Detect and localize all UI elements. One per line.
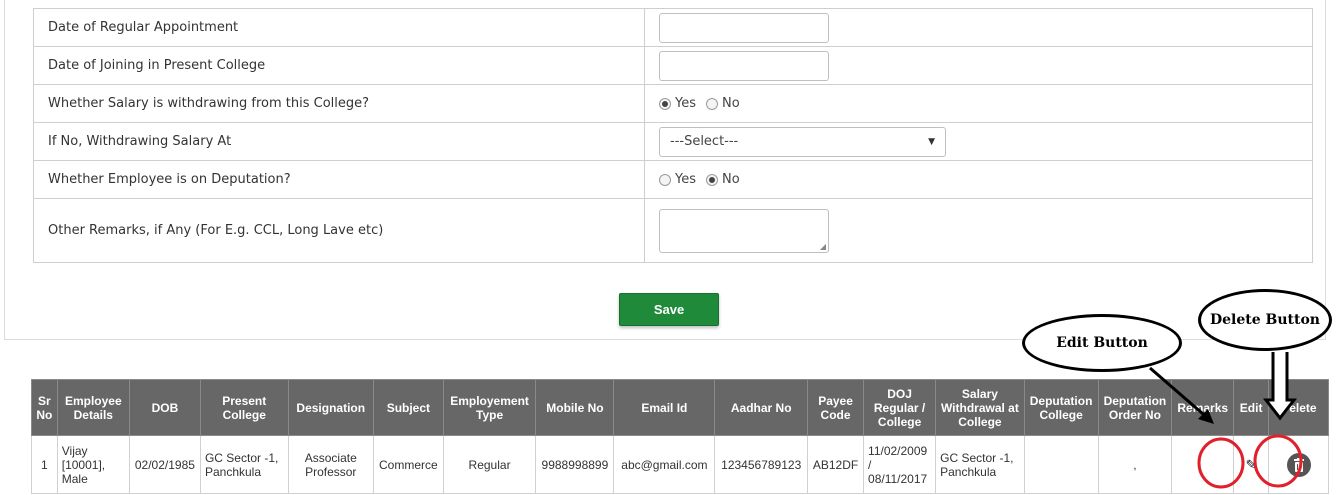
- cell-edit: ✎: [1233, 435, 1270, 494]
- form-row: Date of Regular Appointment: [33, 8, 1313, 47]
- trash-icon[interactable]: [1286, 452, 1311, 477]
- save-button[interactable]: Save: [619, 293, 719, 326]
- cell-email: abc@gmail.com: [613, 435, 716, 494]
- form-row: Whether Employee is on Deputation? Yes N…: [33, 160, 1313, 199]
- salary-no-radio[interactable]: [706, 97, 718, 110]
- callout-text: Delete Button: [1210, 312, 1320, 328]
- callout-text: Edit Button: [1056, 335, 1148, 351]
- deputation-radio-group: Yes No: [659, 172, 1298, 187]
- col-header-edit: Edit: [1233, 379, 1270, 436]
- joining-date-input[interactable]: [659, 50, 829, 81]
- table-row: 1 Vijay [10001], Male 02/02/1985 GC Sect…: [31, 435, 1329, 494]
- deputation-no-radio[interactable]: [706, 173, 718, 186]
- cell-doj: 11/02/2009 / 08/11/2017: [863, 435, 937, 494]
- edit-button-callout: Edit Button: [1022, 314, 1182, 372]
- col-header-employment-type: Employement Type: [442, 379, 537, 436]
- form-row: Other Remarks, if Any (For E.g. CCL, Lon…: [33, 198, 1313, 263]
- pencil-icon[interactable]: ✎: [1246, 457, 1257, 472]
- remarks-textarea[interactable]: ◢: [659, 208, 829, 253]
- col-header-salary: Salary Withdrawal at College: [935, 379, 1025, 436]
- radio-label: No: [722, 96, 740, 111]
- col-header-dob: DOB: [128, 379, 201, 436]
- field-label: Whether Salary is withdrawing from this …: [33, 84, 645, 123]
- employee-table: Sr No Employee Details DOB Present Colle…: [31, 379, 1329, 494]
- cell-salary: GC Sector -1, Panchkula: [935, 435, 1025, 494]
- cell-sr: 1: [31, 435, 58, 494]
- deputation-yes-radio[interactable]: [659, 173, 671, 186]
- col-header-sr: Sr No: [31, 379, 58, 436]
- withdrawing-salary-select[interactable]: ---Select--- ▼: [659, 126, 946, 157]
- cell-deputation-order: ,: [1097, 435, 1173, 494]
- col-header-payee: Payee Code: [807, 379, 865, 436]
- cell-dob: 02/02/1985: [128, 435, 201, 494]
- cell-college: GC Sector -1, Panchkula: [199, 435, 289, 494]
- col-header-mobile: Mobile No: [535, 379, 615, 436]
- col-header-deputation-college: Deputation College: [1023, 379, 1099, 436]
- resize-grip-icon[interactable]: ◢: [820, 242, 826, 251]
- cell-deputation-college: [1023, 435, 1099, 494]
- col-header-employee: Employee Details: [56, 379, 130, 436]
- col-header-remarks: Remarks: [1171, 379, 1235, 436]
- form-row: Date of Joining in Present College: [33, 46, 1313, 85]
- cell-remarks: [1171, 435, 1235, 494]
- col-header-designation: Designation: [287, 379, 375, 436]
- radio-label: No: [722, 172, 740, 187]
- field-label: Date of Regular Appointment: [33, 8, 645, 47]
- col-header-aadhar: Aadhar No: [714, 379, 809, 436]
- cell-employment-type: Regular: [442, 435, 537, 494]
- cell-delete: [1268, 435, 1329, 494]
- col-header-delete: Delete: [1268, 379, 1329, 436]
- table-header-row: Sr No Employee Details DOB Present Colle…: [31, 379, 1329, 436]
- col-header-doj: DOJ Regular / College: [863, 379, 937, 436]
- cell-employee: Vijay [10001], Male: [56, 435, 130, 494]
- cell-payee: AB12DF: [807, 435, 865, 494]
- col-header-college: Present College: [199, 379, 289, 436]
- field-label: Date of Joining in Present College: [33, 46, 645, 85]
- salary-withdrawing-radio-group: Yes No: [659, 96, 1298, 111]
- form-row: Whether Salary is withdrawing from this …: [33, 84, 1313, 123]
- cell-mobile: 9988998899: [535, 435, 615, 494]
- salary-yes-radio[interactable]: [659, 97, 671, 110]
- dropdown-arrow-icon: ▼: [928, 136, 935, 147]
- col-header-deputation-order: Deputation Order No: [1097, 379, 1173, 436]
- select-value: ---Select---: [670, 134, 739, 149]
- cell-aadhar: 123456789123: [714, 435, 809, 494]
- field-label: Whether Employee is on Deputation?: [33, 160, 645, 199]
- cell-designation: Associate Professor: [287, 435, 375, 494]
- delete-button-callout: Delete Button: [1198, 289, 1332, 351]
- cell-subject: Commerce: [373, 435, 444, 494]
- form-row: If No, Withdrawing Salary At ---Select--…: [33, 122, 1313, 161]
- employee-form: Date of Regular Appointment Date of Join…: [33, 8, 1313, 263]
- regular-appointment-date-input[interactable]: [659, 12, 829, 43]
- radio-label: Yes: [675, 96, 696, 111]
- radio-label: Yes: [675, 172, 696, 187]
- field-label: If No, Withdrawing Salary At: [33, 122, 645, 161]
- field-label: Other Remarks, if Any (For E.g. CCL, Lon…: [33, 198, 645, 263]
- col-header-subject: Subject: [373, 379, 444, 436]
- col-header-email: Email Id: [613, 379, 716, 436]
